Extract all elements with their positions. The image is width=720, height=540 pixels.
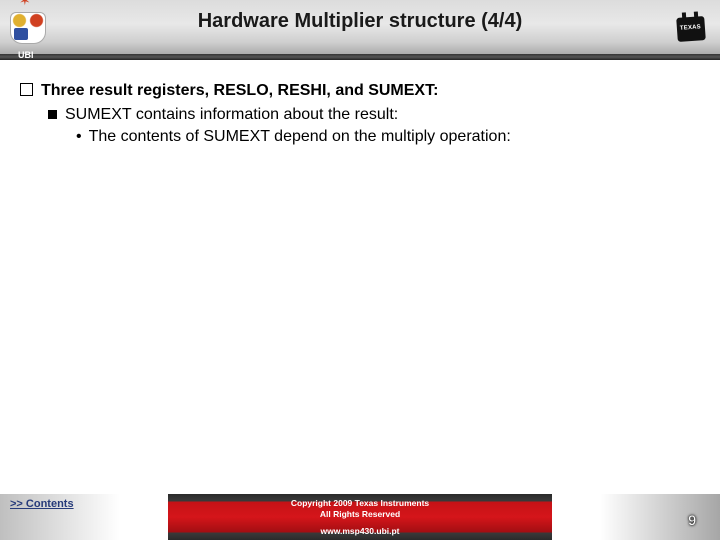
footer-right-fade [600, 494, 720, 540]
bullet1-text: Three result registers, RESLO, RESHI, an… [41, 80, 438, 102]
bullet-level-2: SUMEXT contains information about the re… [48, 104, 700, 126]
ti-logo-icon: TEXAS [674, 12, 708, 46]
slide-title: Hardware Multiplier structure (4/4) [0, 10, 720, 33]
bullet-level-1: Three result registers, RESLO, RESHI, an… [20, 80, 700, 102]
slide: ✶ UBI Hardware Multiplier structure (4/4… [0, 0, 720, 540]
ubi-label: UBI [18, 50, 34, 60]
footer: >> Contents Copyright 2009 Texas Instrum… [0, 484, 720, 540]
slide-body: Three result registers, RESLO, RESHI, an… [20, 80, 700, 148]
crest-star-icon: ✶ [19, 0, 31, 9]
ti-logo-text: TEXAS [680, 24, 701, 31]
bullet-level-3: • The contents of SUMEXT depend on the m… [76, 126, 700, 148]
footer-band: Copyright 2009 Texas Instruments All Rig… [168, 494, 552, 540]
square-solid-bullet-icon [48, 110, 57, 119]
contents-link[interactable]: >> Contents [10, 498, 74, 510]
bullet2-text: SUMEXT contains information about the re… [65, 104, 398, 126]
copyright-line-1: Copyright 2009 Texas Instruments [168, 498, 552, 509]
header: ✶ UBI Hardware Multiplier structure (4/4… [0, 0, 720, 60]
dot-bullet-icon: • [76, 126, 82, 148]
bullet3-text: The contents of SUMEXT depend on the mul… [89, 126, 511, 148]
square-outline-bullet-icon [20, 83, 33, 96]
copyright-line-2: All Rights Reserved [168, 509, 552, 520]
footer-url: www.msp430.ubi.pt [168, 526, 552, 536]
ti-chip-icon: TEXAS [676, 16, 706, 42]
page-number: 9 [688, 512, 696, 528]
header-stripe [0, 54, 720, 60]
